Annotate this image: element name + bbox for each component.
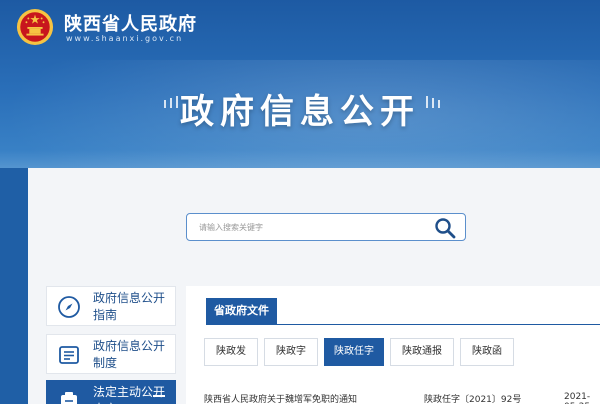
doc-tab-shaanzhengtongbao[interactable]: 陕政通报 [390,338,454,366]
section-divider [206,324,600,325]
sidebar-item-label: 政府信息公开指南 [93,291,166,322]
compass-icon [58,296,80,318]
sidebar-item-label: 法定主动公开内容 [93,385,166,404]
document-number: 陕政任字〔2021〕92号 [424,395,522,404]
section-tab-provincial-docs[interactable]: 省政府文件 [206,298,277,324]
title-decoration-right [426,96,440,108]
search-icon[interactable] [433,216,457,240]
national-emblem-icon[interactable] [16,8,54,46]
doc-tab-shaanzhengrenzi[interactable]: 陕政任字 [324,338,384,366]
search-input[interactable]: 请输入搜索关键字 [199,222,263,233]
doc-tab-shaanzhengzi[interactable]: 陕政字 [264,338,318,366]
sidebar-item-system[interactable]: 政府信息公开制度 [46,334,176,374]
folder-icon [61,392,77,404]
banner-fade [0,150,600,168]
doc-tab-shaanzhengfa[interactable]: 陕政发 [204,338,258,366]
sidebar-item-active-content[interactable]: 法定主动公开内容 [46,380,176,404]
doc-tab-shaanzhenghan[interactable]: 陕政函 [460,338,514,366]
collapse-icon[interactable] [153,395,165,397]
document-title[interactable]: 陕西省人民政府关于魏增军免职的通知 [204,392,357,404]
site-url: www.shaanxi.gov.cn [66,34,184,43]
sidebar-item-guide[interactable]: 政府信息公开指南 [46,286,176,326]
search-box[interactable]: 请输入搜索关键字 [186,213,466,241]
page-title: 政府信息公开 [180,92,420,132]
document-row[interactable]: 陕西省人民政府关于魏增军免职的通知 陕政任字〔2021〕92号 2021-05-… [204,392,600,404]
document-list-icon [59,346,79,364]
document-date: 2021-05-25 [564,392,591,404]
sidebar-item-label: 政府信息公开制度 [93,339,166,370]
site-name[interactable]: 陕西省人民政府 [64,10,197,36]
